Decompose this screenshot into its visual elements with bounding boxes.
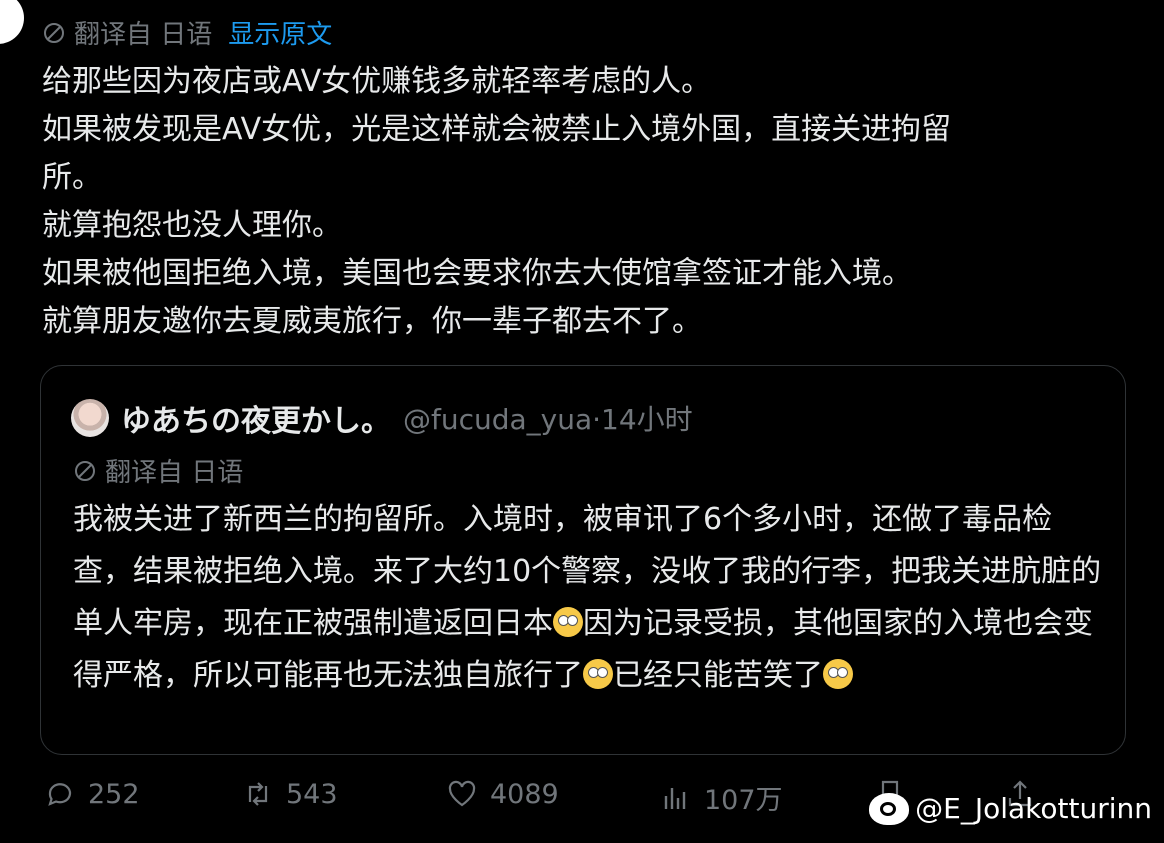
reply-icon <box>48 783 72 806</box>
quoted-post-header: ゆあちの夜更かし。 @fucuda_yua·14小时 <box>71 396 693 440</box>
weibo-watermark: @E_Jolakotturinn <box>869 792 1152 825</box>
translation-notice: 翻译自 日语 显示原文 <box>42 14 332 51</box>
repost-count: 543 <box>286 778 338 810</box>
quoted-translated-from-label: 翻译自 日语 <box>105 458 244 488</box>
show-original-link[interactable]: 显示原文 <box>228 14 332 51</box>
post-body: 给那些因为夜店或AV女优赚钱多就轻率考虑的人。 如果被发现是AV女优，光是这样就… <box>42 58 1122 346</box>
views-count: 107万 <box>704 785 783 816</box>
like-count: 4089 <box>490 778 559 810</box>
repost-button[interactable]: 543 <box>242 778 338 810</box>
eye-roll-emoji <box>553 607 583 637</box>
globe-icon <box>75 460 95 481</box>
quoted-author-name[interactable]: ゆあちの夜更かし。 <box>121 396 391 440</box>
post-line: 给那些因为夜店或AV女优赚钱多就轻率考虑的人。 <box>42 64 712 99</box>
views-button[interactable]: 107万 <box>660 778 783 817</box>
reply-button[interactable]: 252 <box>44 778 140 810</box>
quoted-author-handle[interactable]: @fucuda_yua <box>403 403 592 436</box>
post-line: 就算抱怨也没人理你。 <box>42 208 342 243</box>
laughing-emoji <box>823 659 853 689</box>
post-line: 如果被他国拒绝入境，美国也会要求你去大使馆拿签证才能入境。 <box>42 256 912 291</box>
weibo-logo <box>869 792 910 825</box>
like-icon <box>448 780 476 807</box>
post-line: 所。 <box>42 160 102 195</box>
eye-roll-emoji <box>583 659 613 689</box>
reply-count: 252 <box>88 778 140 810</box>
quoted-author-avatar[interactable] <box>71 399 109 437</box>
quoted-post[interactable]: ゆあちの夜更かし。 @fucuda_yua·14小时 翻译自 日语 我被关进了新… <box>40 365 1126 755</box>
views-icon <box>664 787 686 809</box>
quoted-post-text: 我被关进了新西兰的拘留所。入境时，被审讯了6个多小时，还做了毒品检查，结果被拒绝… <box>73 494 1103 702</box>
watermark-text: @E_Jolakotturinn <box>915 792 1152 825</box>
quoted-text-part3: 已经只能苦笑了 <box>613 658 823 693</box>
author-avatar[interactable] <box>0 0 24 44</box>
repost-icon <box>248 782 268 806</box>
post-line: 就算朋友邀你去夏威夷旅行，你一辈子都去不了。 <box>42 304 702 339</box>
translated-from-label: 翻译自 日语 <box>74 20 213 50</box>
like-button[interactable]: 4089 <box>446 778 559 810</box>
quoted-post-time: ·14小时 <box>592 403 693 436</box>
globe-icon <box>44 22 64 43</box>
post-line: 如果被发现是AV女优，光是这样就会被禁止入境外国，直接关进拘留 <box>42 112 952 147</box>
quoted-translation-notice: 翻译自 日语 <box>73 452 243 489</box>
